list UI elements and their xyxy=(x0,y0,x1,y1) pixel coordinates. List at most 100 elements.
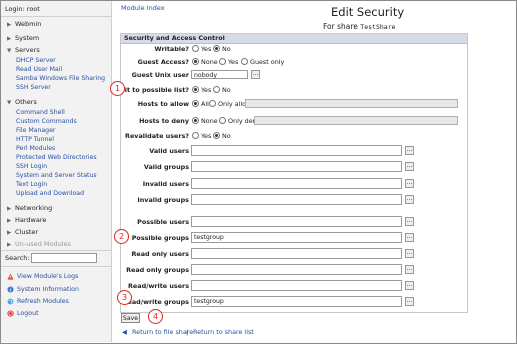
sidebar-item-read-user-mail[interactable]: Read User Mail xyxy=(16,66,62,74)
revalidate-label: Revalidate users? xyxy=(125,132,189,140)
expand-arrow-icon: ▶ xyxy=(7,242,12,248)
annotation-marker-1: 1 xyxy=(110,81,125,96)
writable-yes-radio[interactable]: Yes xyxy=(192,44,211,53)
sidebar-item-text-login[interactable]: Text Login xyxy=(16,181,47,189)
view-module-logs-link[interactable]: View Module's Logs xyxy=(7,272,78,281)
sidebar-item-ssh-server[interactable]: SSH Server xyxy=(16,84,51,92)
valid-users-input[interactable] xyxy=(191,145,402,156)
return-arrow-icon: ◀ xyxy=(122,328,127,336)
read-only-users-label: Read only users xyxy=(131,250,189,258)
read-write-groups-input[interactable]: testgroup xyxy=(191,296,402,307)
sidebar-divider xyxy=(1,16,111,17)
category-cluster[interactable]: ▶ Cluster xyxy=(7,228,38,237)
expand-arrow-icon: ▶ xyxy=(7,230,12,236)
guest-access-guest-only-radio[interactable]: Guest only xyxy=(241,57,284,66)
read-only-groups-chooser-button[interactable]: ... xyxy=(405,265,414,274)
refresh-icon xyxy=(7,298,14,304)
hosts-deny-none-radio[interactable]: None xyxy=(192,116,218,125)
logout-icon xyxy=(7,309,14,317)
valid-users-label: Valid users xyxy=(149,147,189,155)
valid-groups-label: Valid groups xyxy=(143,163,189,171)
sidebar-divider xyxy=(1,266,111,267)
read-only-users-input[interactable] xyxy=(191,248,402,259)
invalid-groups-label: Invalid groups xyxy=(137,196,189,204)
sidebar-item-http-tunnel[interactable]: HTTP Tunnel xyxy=(16,136,54,144)
invalid-users-label: Invalid users xyxy=(142,180,189,188)
sidebar-item-custom-commands[interactable]: Custom Commands xyxy=(16,118,77,126)
possible-groups-chooser-button[interactable]: ... xyxy=(405,233,414,242)
guest-access-yes-radio[interactable]: Yes xyxy=(219,57,238,66)
guest-user-chooser-button[interactable]: ... xyxy=(251,70,260,79)
warning-icon xyxy=(7,272,14,280)
return-to-file-share-link[interactable]: Return to file share xyxy=(132,328,193,336)
read-write-users-label: Read/write users xyxy=(128,282,189,290)
hosts-deny-input[interactable] xyxy=(254,116,458,125)
return-to-share-list-link[interactable]: Return to share list xyxy=(193,328,254,336)
sidebar-item-perl-modules[interactable]: Perl Modules xyxy=(16,145,55,153)
valid-groups-input[interactable] xyxy=(191,161,402,172)
guest-unix-user-label: Guest Unix user xyxy=(131,71,189,79)
sidebar-item-file-manager[interactable]: File Manager xyxy=(16,127,55,135)
category-others[interactable]: ▼ Others xyxy=(7,98,37,107)
refresh-modules-link[interactable]: Refresh Modules xyxy=(7,297,69,306)
sidebar-item-ssh-login[interactable]: SSH Login xyxy=(16,163,47,171)
revalidate-yes-radio[interactable]: Yes xyxy=(192,131,211,140)
invalid-groups-chooser-button[interactable]: ... xyxy=(405,195,414,204)
read-only-users-chooser-button[interactable]: ... xyxy=(405,249,414,258)
category-webmin[interactable]: ▶ Webmin xyxy=(7,20,41,29)
invalid-groups-input[interactable] xyxy=(191,194,402,205)
footer-separator: | xyxy=(186,328,189,336)
expand-arrow-icon: ▶ xyxy=(7,218,12,224)
invalid-users-input[interactable] xyxy=(191,178,402,189)
possible-users-chooser-button[interactable]: ... xyxy=(405,217,414,226)
share-name: TestShare xyxy=(360,23,396,31)
expand-arrow-icon: ▶ xyxy=(7,36,12,42)
guest-access-none-radio[interactable]: None xyxy=(192,57,218,66)
sidebar-item-dhcp-server[interactable]: DHCP Server xyxy=(16,57,56,65)
sidebar-item-protected-web-dirs[interactable]: Protected Web Directories xyxy=(16,154,97,162)
page-subtitle: For share TestShare xyxy=(323,22,396,31)
category-servers[interactable]: ▼ Servers xyxy=(7,46,40,55)
save-button[interactable]: Save xyxy=(121,313,140,323)
sidebar-item-samba[interactable]: Samba Windows File Sharing xyxy=(16,75,105,83)
sidebar-item-system-status[interactable]: System and Server Status xyxy=(16,172,97,180)
category-system[interactable]: ▶ System xyxy=(7,34,39,43)
writable-no-radio[interactable]: No xyxy=(213,44,231,53)
sidebar-item-upload-download[interactable]: Upload and Download xyxy=(16,190,84,198)
hosts-deny-label: Hosts to deny xyxy=(139,117,189,125)
read-only-groups-label: Read only groups xyxy=(126,266,189,274)
possible-groups-input[interactable]: testgroup xyxy=(191,232,402,243)
panel-header: Security and Access Control xyxy=(121,34,467,44)
hosts-allow-all-radio[interactable]: All xyxy=(192,99,209,108)
possible-users-label: Possible users xyxy=(137,218,189,226)
invalid-users-chooser-button[interactable]: ... xyxy=(405,179,414,188)
limit-possible-yes-radio[interactable]: Yes xyxy=(192,85,211,94)
read-write-users-chooser-button[interactable]: ... xyxy=(405,281,414,290)
possible-users-input[interactable] xyxy=(191,216,402,227)
guest-access-label: Guest Access? xyxy=(137,58,189,66)
limit-possible-no-radio[interactable]: No xyxy=(213,85,231,94)
category-hardware[interactable]: ▶ Hardware xyxy=(7,216,46,225)
module-index-link[interactable]: Module Index xyxy=(121,4,165,12)
annotation-marker-4: 4 xyxy=(148,309,163,324)
logout-link[interactable]: Logout xyxy=(7,309,39,318)
login-label: Login: root xyxy=(5,5,40,13)
guest-unix-user-input[interactable]: nobody xyxy=(191,70,248,79)
sidebar-item-command-shell[interactable]: Command Shell xyxy=(16,109,65,117)
read-write-groups-chooser-button[interactable]: ... xyxy=(405,297,414,306)
hosts-allow-input[interactable] xyxy=(245,99,458,108)
read-write-users-input[interactable] xyxy=(191,280,402,291)
revalidate-no-radio[interactable]: No xyxy=(213,131,231,140)
system-information-link[interactable]: System Information xyxy=(7,285,79,294)
sidebar: Login: root ▶ Webmin ▶ System ▼ Servers DHC… xyxy=(1,1,112,342)
category-unused-modules[interactable]: ▶ Un-used Modules xyxy=(7,240,71,249)
read-only-groups-input[interactable] xyxy=(191,264,402,275)
expand-arrow-icon: ▶ xyxy=(7,22,12,28)
valid-groups-chooser-button[interactable]: ... xyxy=(405,162,414,171)
category-networking[interactable]: ▶ Networking xyxy=(7,204,52,213)
annotation-marker-2: 2 xyxy=(114,229,129,244)
search-label: Search: xyxy=(5,254,30,262)
search-input[interactable] xyxy=(31,253,97,263)
valid-users-chooser-button[interactable]: ... xyxy=(405,146,414,155)
expand-arrow-icon: ▶ xyxy=(7,206,12,212)
